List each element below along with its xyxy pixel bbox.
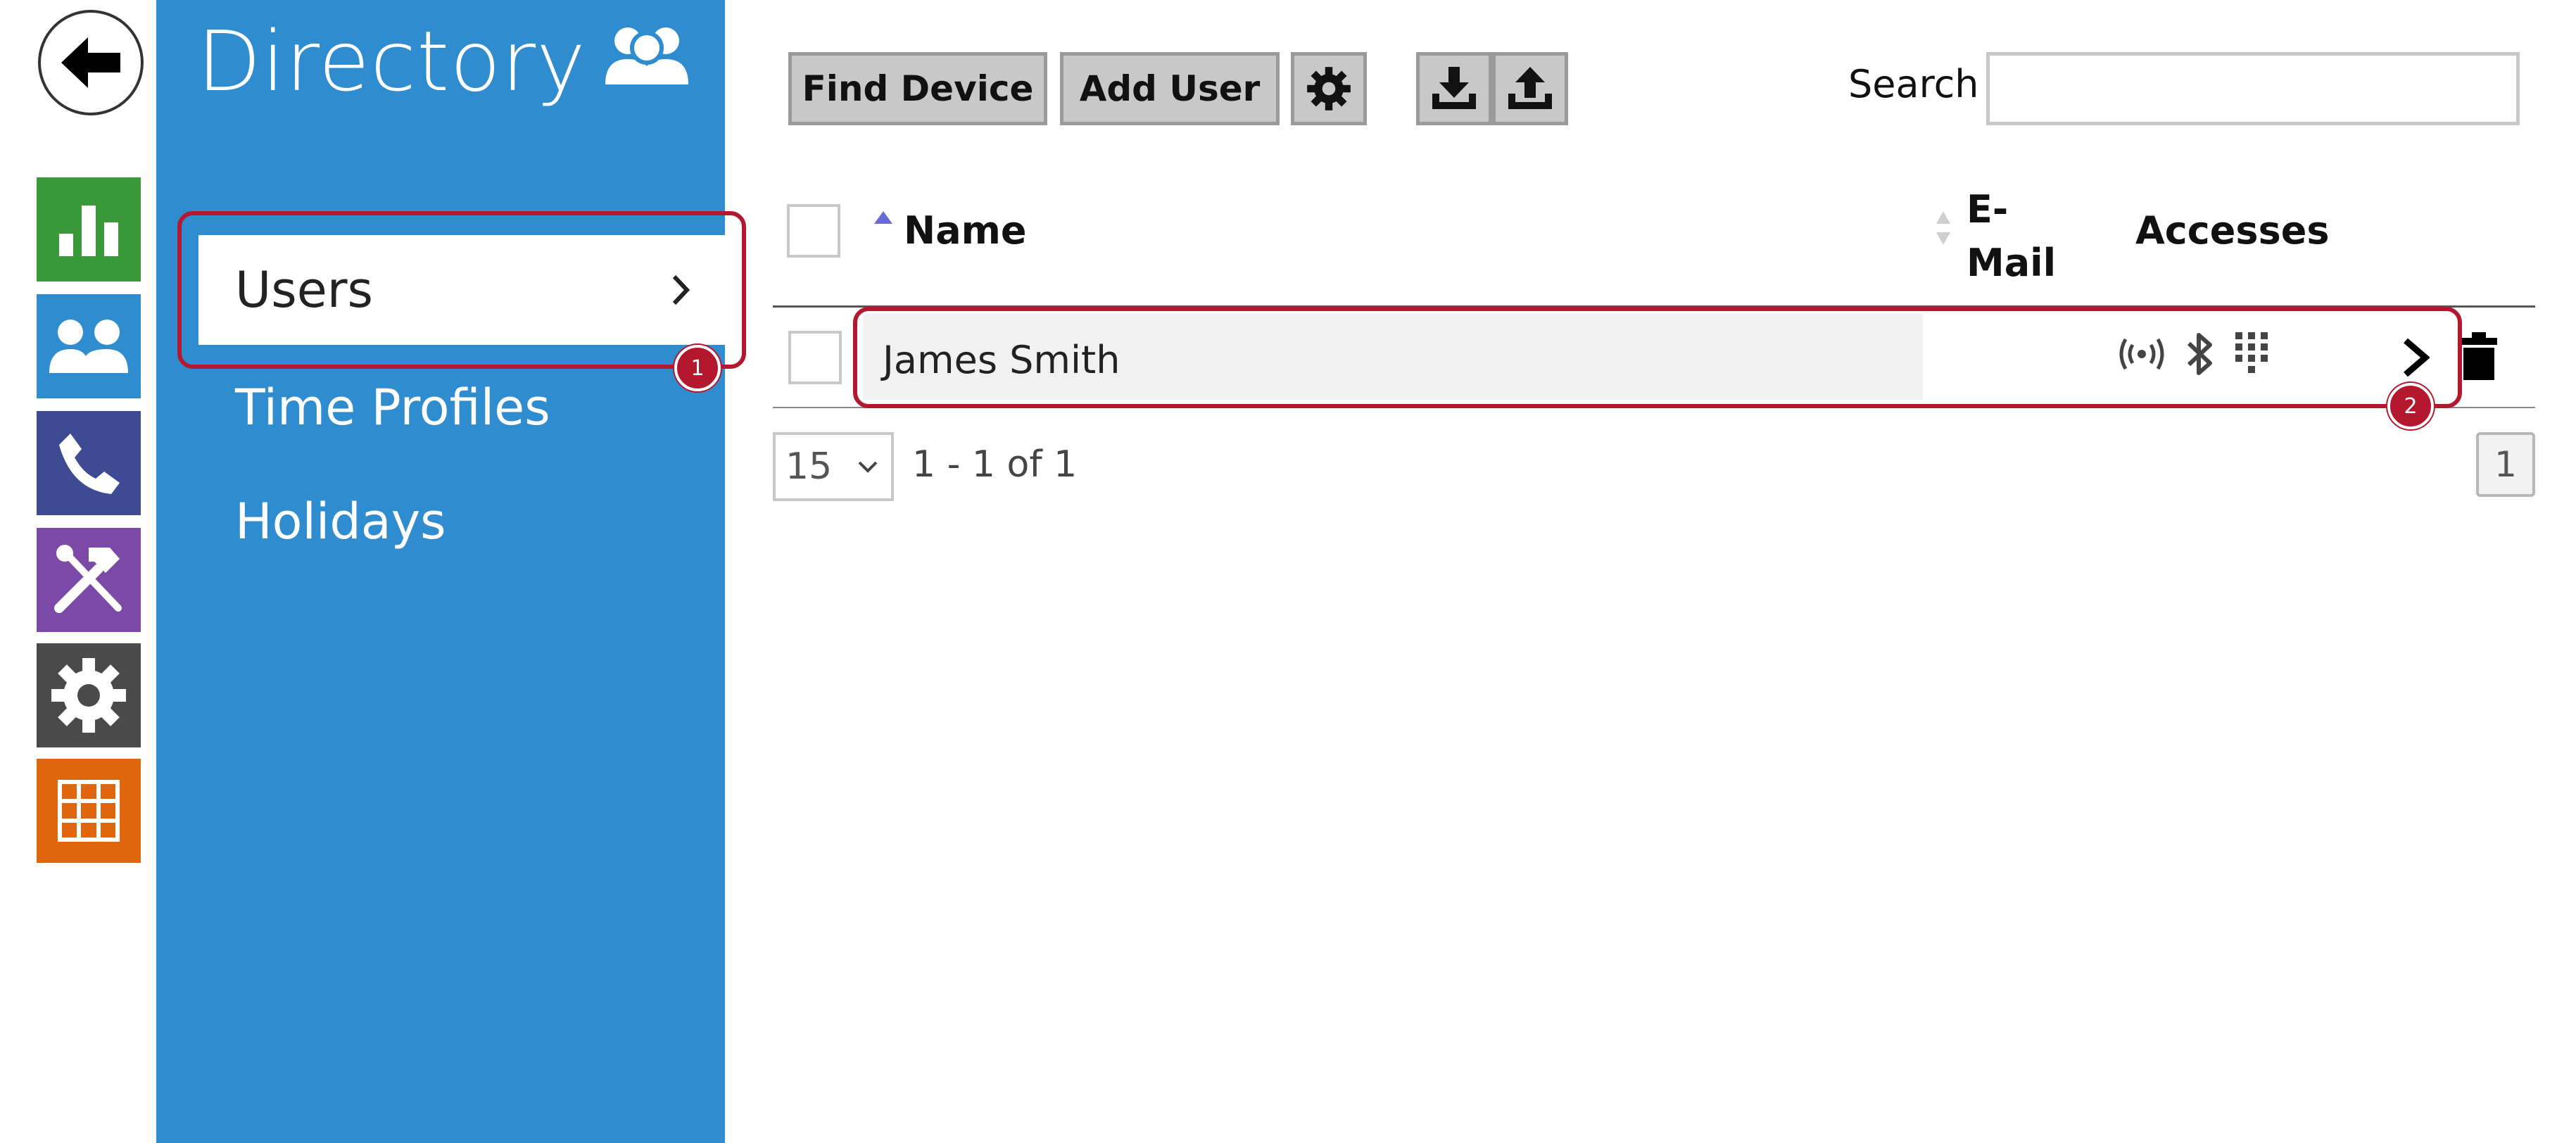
gear-icon	[51, 658, 126, 733]
rail-services[interactable]	[37, 643, 141, 747]
callout-badge: 1	[674, 345, 721, 391]
chevron-down-icon	[858, 461, 878, 473]
menu-item-holidays[interactable]: Holidays	[235, 493, 446, 550]
row-checkbox[interactable]	[788, 331, 842, 384]
arrow-left-icon	[61, 37, 120, 88]
callout-badge: 2	[2387, 383, 2434, 429]
import-button[interactable]	[1416, 52, 1492, 125]
column-header-name[interactable]: Name	[904, 208, 1027, 253]
search-input[interactable]	[1986, 52, 2520, 125]
page-size-select[interactable]: 15	[773, 432, 894, 501]
select-all-checkbox[interactable]	[787, 204, 840, 258]
find-device-button[interactable]: Find Device	[788, 52, 1047, 125]
tools-icon	[54, 545, 122, 613]
search-label: Search	[1848, 62, 1979, 106]
rail-calls[interactable]	[37, 411, 141, 515]
directory-panel	[156, 0, 725, 1143]
sort-neutral-icon[interactable]	[1934, 208, 1952, 248]
download-icon	[1432, 67, 1476, 109]
back-button[interactable]	[38, 10, 144, 115]
settings-button[interactable]	[1291, 52, 1367, 125]
page-title: Directory	[197, 13, 586, 110]
trash-icon[interactable]	[2459, 331, 2499, 381]
callout-box-user-row	[853, 307, 2462, 408]
rail-directory[interactable]	[37, 294, 141, 398]
users-icon	[602, 20, 691, 93]
rail-system[interactable]	[37, 759, 141, 863]
add-user-button[interactable]: Add User	[1060, 52, 1280, 125]
menu-item-time-profiles[interactable]: Time Profiles	[235, 379, 550, 436]
pager-range: 1 - 1 of 1	[912, 443, 1078, 486]
column-header-email-line: E-	[1966, 187, 2009, 232]
bar-chart-icon	[59, 206, 118, 256]
page-size-value: 15	[785, 446, 833, 488]
export-button[interactable]	[1492, 52, 1568, 125]
users-icon	[49, 320, 128, 373]
gear-icon	[1307, 67, 1351, 110]
rail-hardware[interactable]	[37, 528, 141, 632]
page-button[interactable]: 1	[2476, 432, 2535, 497]
callout-box-users	[177, 211, 746, 369]
sort-asc-icon[interactable]	[873, 210, 894, 225]
column-header-accesses[interactable]: Accesses	[2135, 208, 2329, 253]
grid-icon	[58, 780, 120, 842]
upload-icon	[1508, 67, 1552, 109]
rail-status[interactable]	[37, 177, 141, 282]
phone-icon	[59, 434, 120, 494]
column-header-email-line: Mail	[1966, 241, 2057, 285]
column-header-email[interactable]: E- Mail	[1966, 183, 2056, 290]
